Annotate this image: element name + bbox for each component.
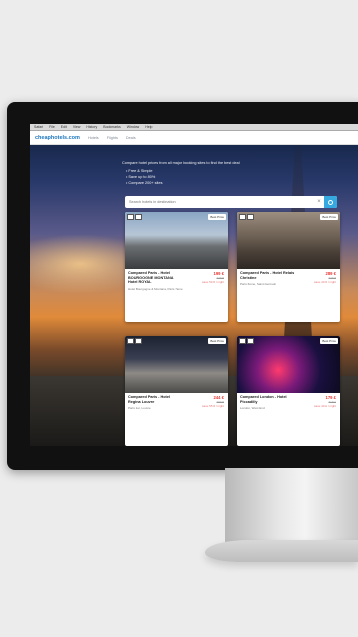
price-savings: save 40 £ / night (313, 404, 336, 408)
site-logo[interactable]: cheaphotels.com (35, 135, 80, 141)
intro-headline: Compare hotel prices from all major book… (122, 161, 240, 165)
os-menubar: Safari File Edit View History Bookmarks … (30, 124, 358, 131)
map-icon[interactable] (247, 214, 254, 220)
monitor-stand-base (205, 540, 358, 562)
photo-icon[interactable] (127, 338, 134, 344)
hotel-card[interactable]: Best Price Compared Paris - Hotel Relais… (237, 212, 340, 322)
monitor-bezel: Safari File Edit View History Bookmarks … (7, 102, 358, 470)
gallery-icons (127, 338, 142, 344)
map-icon[interactable] (247, 338, 254, 344)
nav-link-flights[interactable]: Flights (107, 136, 118, 140)
search-icon (328, 199, 333, 205)
hotel-photo: Best Price (237, 212, 340, 269)
price-block: 289 € 329 € save 40 € / night (296, 271, 336, 284)
price-savings: save 55 € / night (201, 404, 224, 408)
gallery-icons (239, 214, 254, 220)
search-button[interactable] (324, 196, 337, 208)
search-bar: × (125, 196, 337, 208)
hotel-name[interactable]: Compared Paris - Hotel Relais Christine (240, 271, 295, 280)
hotel-location: London, West End (240, 406, 265, 411)
menu-item[interactable]: View (73, 125, 81, 129)
card-body: Compared Paris - Hotel Relais Christine … (240, 271, 338, 286)
card-body: Compared Paris - Hotel Regina Louvre Par… (128, 395, 226, 410)
photo-icon[interactable] (127, 214, 134, 220)
search-input[interactable] (129, 200, 314, 204)
deal-tag: Best Price (320, 338, 338, 344)
menu-item[interactable]: File (49, 125, 55, 129)
site-navbar: cheaphotels.com Hotels Flights Deals (30, 131, 358, 145)
hotel-card[interactable]: Best Price Compared Paris - Hotel BOURGO… (125, 212, 228, 322)
nav-link-hotels[interactable]: Hotels (88, 136, 99, 140)
gallery-icons (127, 214, 142, 220)
hotel-location: Hotel Bourgogne & Montana, Paris 7ème (128, 286, 183, 291)
hotel-card[interactable]: Best Price Compared Paris - Hotel Regina… (125, 336, 228, 446)
deal-tag: Best Price (208, 338, 226, 344)
deal-tag: Best Price (208, 214, 226, 220)
screen: Safari File Edit View History Bookmarks … (30, 124, 358, 446)
photo-icon[interactable] (239, 214, 246, 220)
price-savings: save 50 € / night (201, 280, 224, 284)
menu-item[interactable]: Safari (34, 125, 43, 129)
card-body: Compared Paris - Hotel BOURGOGNE MONTANA… (128, 271, 226, 291)
hotel-photo: Best Price (125, 212, 228, 269)
hotel-location: Paris 6ème, Saint-Germain (240, 282, 277, 287)
menu-item[interactable]: Window (127, 125, 139, 129)
price-block: 199 € 249 € save 50 € / night (184, 271, 224, 284)
photo-icon[interactable] (239, 338, 246, 344)
clear-icon[interactable]: × (314, 199, 324, 205)
gallery-icons (239, 338, 254, 344)
menu-item[interactable]: Edit (61, 125, 67, 129)
nav-link-deals[interactable]: Deals (126, 136, 136, 140)
map-icon[interactable] (135, 214, 142, 220)
hotel-name[interactable]: Compared Paris - Hotel BOURGOGNE MONTANA… (128, 271, 183, 285)
card-body: Compared London - Hotel Piccadilly Londo… (240, 395, 338, 410)
monitor-stand-neck (225, 468, 358, 543)
map-icon[interactable] (135, 338, 142, 344)
price-block: 179 £ 219 £ save 40 £ / night (296, 395, 336, 408)
hotel-location: Paris 1er, Louvre (128, 406, 151, 411)
menu-item[interactable]: Help (145, 125, 152, 129)
deal-tag: Best Price (320, 214, 338, 220)
hotel-card[interactable]: Best Price Compared London - Hotel Picca… (237, 336, 340, 446)
price-block: 244 € 299 € save 55 € / night (184, 395, 224, 408)
menu-item[interactable]: History (86, 125, 97, 129)
hotel-name[interactable]: Compared Paris - Hotel Regina Louvre (128, 395, 183, 404)
hotel-name[interactable]: Compared London - Hotel Piccadilly (240, 395, 295, 404)
bullet-item: Compare 200+ sites (126, 180, 322, 186)
price-savings: save 40 € / night (313, 280, 336, 284)
hotel-photo: Best Price (125, 336, 228, 393)
menu-item[interactable]: Bookmarks (103, 125, 121, 129)
intro-bullets: Free & Simple Save up to 80% Compare 200… (122, 168, 322, 186)
intro-text: Compare hotel prices from all major book… (122, 160, 322, 186)
hotel-photo: Best Price (237, 336, 340, 393)
